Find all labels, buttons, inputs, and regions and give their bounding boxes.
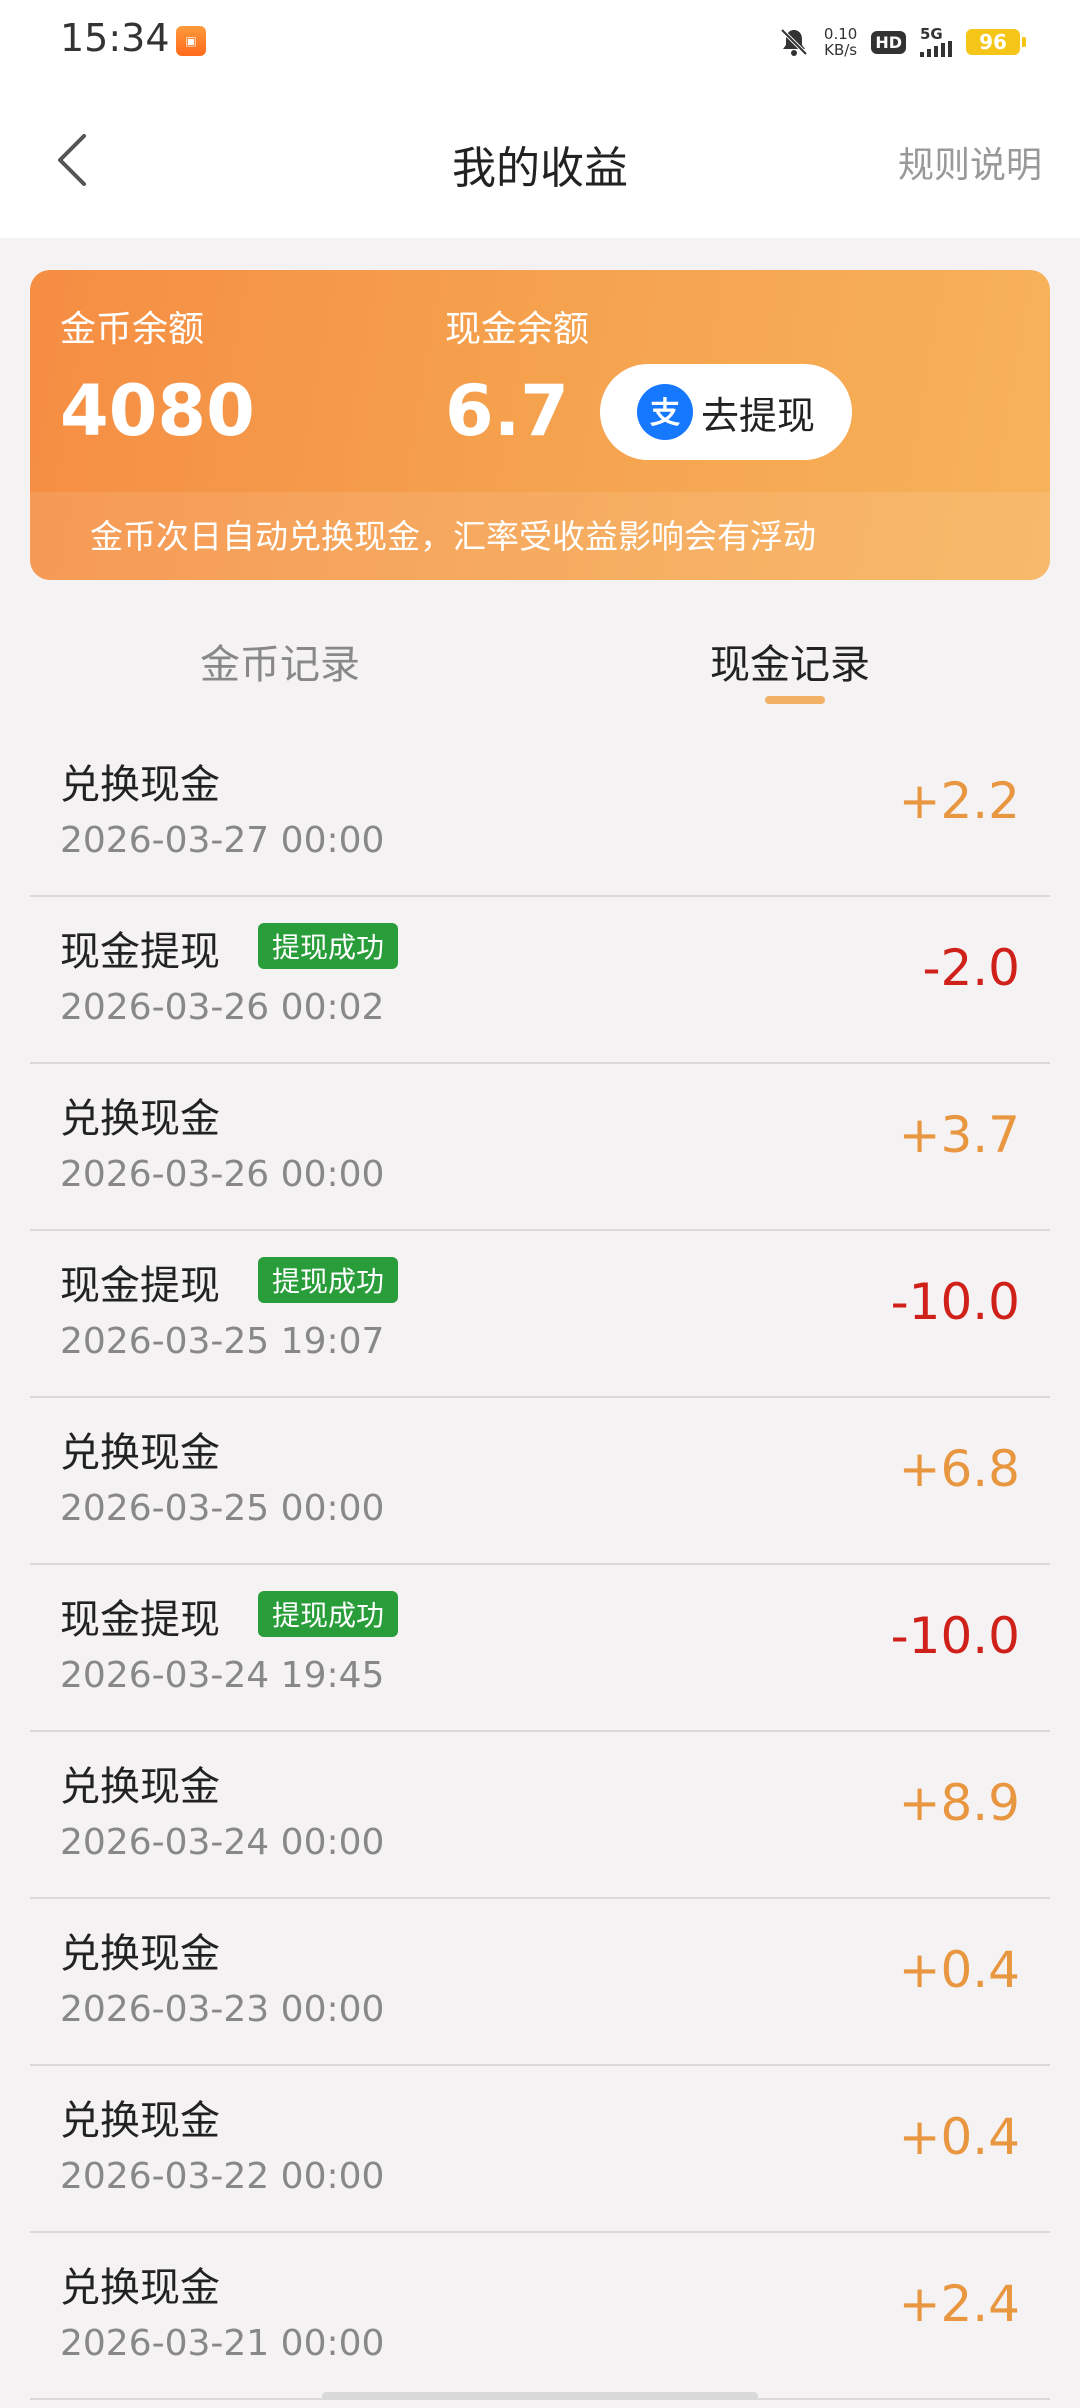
record-time: 2026-03-26 00:02 bbox=[60, 987, 385, 1028]
record-row: 现金提现 提现成功 2026-03-24 19:45 -10.0 bbox=[30, 1565, 1050, 1732]
record-title: 兑换现金 bbox=[60, 762, 220, 808]
withdraw-label: 去提现 bbox=[700, 393, 815, 438]
network-speed-value: 0.10 bbox=[823, 25, 858, 43]
network-speed: 0.10 KB/s bbox=[824, 26, 857, 58]
record-row: 兑换现金 2026-03-21 00:00 +2.4 bbox=[30, 2233, 1050, 2400]
record-title: 兑换现金 bbox=[60, 1096, 220, 1142]
coin-balance-value: 4080 bbox=[60, 370, 255, 452]
record-title: 兑换现金 bbox=[60, 1430, 220, 1476]
network-speed-unit: KB/s bbox=[824, 41, 858, 59]
alipay-icon: 支 bbox=[636, 384, 693, 440]
signal-icon: 5G bbox=[920, 27, 952, 57]
record-row: 现金提现 提现成功 2026-03-25 19:07 -10.0 bbox=[30, 1231, 1050, 1398]
cash-records-list: 兑换现金 2026-03-27 00:00 +2.2 现金提现 提现成功 2026-03-… bbox=[30, 730, 1050, 2400]
record-title: 兑换现金 bbox=[60, 1764, 220, 1810]
record-time: 2026-03-25 00:00 bbox=[60, 1488, 385, 1529]
cash-balance-label: 现金余额 bbox=[445, 309, 590, 350]
record-amount: +3.7 bbox=[898, 1106, 1020, 1164]
record-row: 兑换现金 2026-03-27 00:00 +2.2 bbox=[30, 730, 1050, 897]
record-amount: -10.0 bbox=[890, 1607, 1020, 1665]
record-amount: +2.2 bbox=[898, 772, 1020, 830]
active-tab-indicator bbox=[765, 696, 825, 704]
record-row: 兑换现金 2026-03-24 00:00 +8.9 bbox=[30, 1732, 1050, 1899]
signal-label: 5G bbox=[920, 25, 943, 43]
record-title: 兑换现金 bbox=[60, 1931, 220, 1977]
record-row: 兑换现金 2026-03-23 00:00 +0.4 bbox=[30, 1899, 1050, 2066]
battery-level: 96 bbox=[979, 30, 1007, 54]
record-row: 兑换现金 2026-03-22 00:00 +0.4 bbox=[30, 2066, 1050, 2233]
record-amount: -10.0 bbox=[890, 1273, 1020, 1331]
record-amount: +6.8 bbox=[898, 1440, 1020, 1498]
coin-balance-label: 金币余额 bbox=[60, 309, 205, 350]
record-time: 2026-03-21 00:00 bbox=[60, 2323, 385, 2364]
record-row: 现金提现 提现成功 2026-03-26 00:02 -2.0 bbox=[30, 897, 1050, 1064]
record-amount: +0.4 bbox=[898, 2108, 1020, 2166]
header: 我的收益 规则说明 bbox=[0, 80, 1080, 238]
record-amount: -2.0 bbox=[922, 939, 1020, 997]
record-title: 现金提现 bbox=[60, 1263, 220, 1309]
record-time: 2026-03-27 00:00 bbox=[60, 820, 385, 861]
record-tabs: 金币记录 现金记录 bbox=[0, 610, 1080, 720]
record-time: 2026-03-24 19:45 bbox=[60, 1655, 385, 1696]
record-amount: +2.4 bbox=[898, 2275, 1020, 2333]
svg-text:支: 支 bbox=[650, 396, 680, 431]
status-indicators: 0.10 KB/s HD 5G 96 bbox=[778, 18, 1026, 66]
record-title: 兑换现金 bbox=[60, 2265, 220, 2311]
record-row: 兑换现金 2026-03-25 00:00 +6.8 bbox=[30, 1398, 1050, 1565]
status-badge: 提现成功 bbox=[258, 1591, 399, 1637]
record-title: 现金提现 bbox=[60, 1597, 220, 1643]
record-time: 2026-03-22 00:00 bbox=[60, 2156, 385, 2197]
withdraw-button[interactable]: 支 去提现 bbox=[600, 364, 852, 460]
status-badge: 提现成功 bbox=[258, 1257, 399, 1303]
app-notification-icon: ▣ bbox=[176, 26, 206, 56]
record-time: 2026-03-24 00:00 bbox=[60, 1822, 385, 1863]
record-row: 兑换现金 2026-03-26 00:00 +3.7 bbox=[30, 1064, 1050, 1231]
rules-link[interactable]: 规则说明 bbox=[898, 136, 1042, 188]
record-title: 兑换现金 bbox=[60, 2098, 220, 2144]
bell-off-icon bbox=[780, 28, 808, 56]
tab-coin-records[interactable]: 金币记录 bbox=[200, 632, 360, 690]
record-amount: +0.4 bbox=[898, 1941, 1020, 1999]
tab-cash-records[interactable]: 现金记录 bbox=[710, 632, 870, 690]
status-badge: 提现成功 bbox=[258, 923, 399, 969]
record-time: 2026-03-26 00:00 bbox=[60, 1154, 385, 1195]
record-title: 现金提现 bbox=[60, 929, 220, 975]
cash-balance-value: 6.7 bbox=[445, 370, 570, 452]
status-bar: 15:34 ▣ 0.10 KB/s HD 5G 96 bbox=[0, 0, 1080, 80]
balance-card: 金币余额 现金余额 4080 6.7 支 去提现 金币次日自动兑换现金，汇率受收… bbox=[30, 270, 1050, 580]
battery-icon: 96 bbox=[966, 29, 1026, 55]
exchange-note: 金币次日自动兑换现金，汇率受收益影响会有浮动 bbox=[90, 517, 816, 556]
record-amount: +8.9 bbox=[898, 1774, 1020, 1832]
hd-icon: HD bbox=[871, 30, 906, 54]
record-time: 2026-03-25 19:07 bbox=[60, 1321, 385, 1362]
record-time: 2026-03-23 00:00 bbox=[60, 1989, 385, 2030]
status-time: 15:34 bbox=[60, 16, 170, 60]
home-indicator bbox=[322, 2392, 758, 2400]
